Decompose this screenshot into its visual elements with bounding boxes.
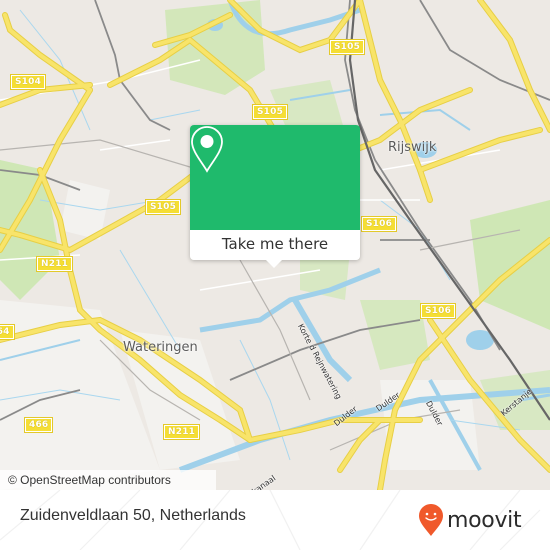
road-shield-s105: S105 (251, 104, 289, 120)
popup-header (190, 125, 360, 230)
road-shield-s106: S106 (360, 216, 398, 232)
place-label-rijswijk: Rijswijk (388, 140, 437, 155)
moovit-wordmark: moovit (447, 507, 522, 533)
place-label-wateringen: Wateringen (123, 340, 198, 355)
location-pin-icon (191, 126, 223, 173)
moovit-logo[interactable]: moovit (418, 503, 522, 537)
map-attribution[interactable]: © OpenStreetMap contributors (0, 470, 216, 490)
popup-pointer (265, 259, 283, 268)
take-me-there-button[interactable]: Take me there (190, 230, 360, 260)
map-canvas[interactable]: S104 S105 S105 S105 S106 S106 N211 N211 … (0, 0, 550, 490)
road-shield-n211: N211 (35, 256, 74, 272)
address-label: Zuidenveldlaan 50, Netherlands (20, 507, 246, 524)
road-shield-s106: S106 (419, 303, 457, 319)
road-shield-s105: S105 (144, 199, 182, 215)
road-shield-s104: S104 (9, 74, 47, 90)
moovit-smiley-pin-icon (419, 504, 443, 536)
road-shield-n211: N211 (162, 424, 201, 440)
road-shield-s64: S64 (0, 324, 15, 340)
road-shield-s105: S105 (328, 39, 366, 55)
road-shield-466: 466 (23, 417, 54, 433)
location-popup: Take me there (190, 125, 360, 268)
